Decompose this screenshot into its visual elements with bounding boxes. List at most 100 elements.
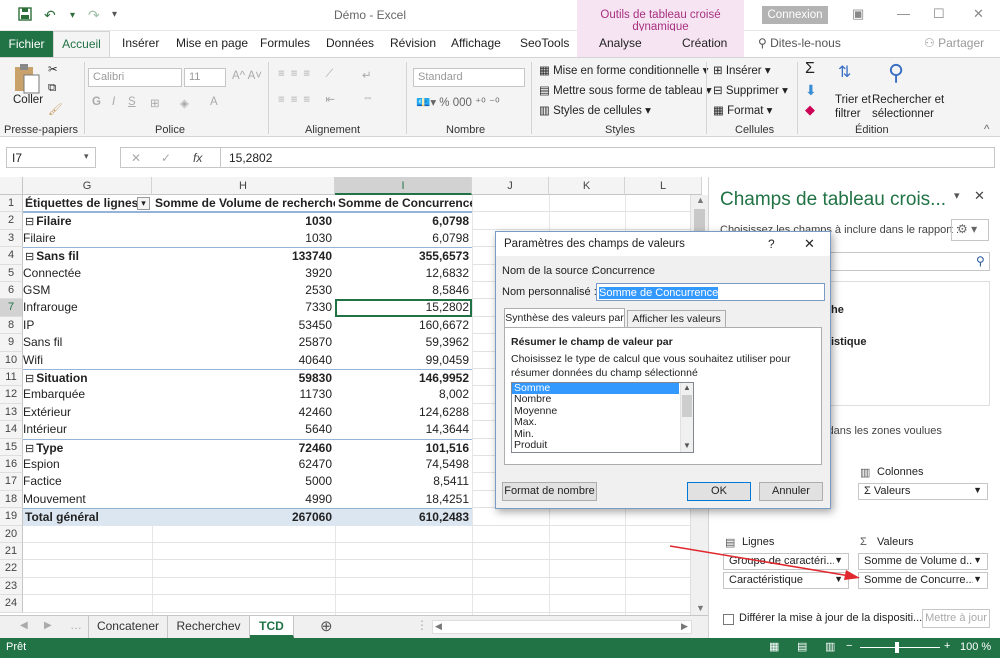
collapse-ribbon-icon[interactable]: ^ <box>984 124 989 136</box>
values-item-volume[interactable]: Somme de Volume d... ▼ <box>858 553 988 570</box>
row-label-cell[interactable]: Étiquettes de lignes ▾ <box>23 195 152 213</box>
conditional-formatting-button[interactable]: ▦ Mise en forme conditionnelle ▾ <box>539 63 708 77</box>
collapse-icon[interactable]: ⊟ <box>25 373 34 385</box>
volume-cell[interactable]: 7330 <box>152 299 335 317</box>
tab-accueil[interactable]: Accueil <box>53 31 110 58</box>
delete-cells-button[interactable]: ⊟ Supprimer ▾ <box>713 83 788 97</box>
row-header[interactable]: 5 <box>0 264 23 282</box>
concurrence-cell[interactable]: 610,2483 <box>335 508 472 526</box>
format-cells-button[interactable]: ▦ Format ▾ <box>713 103 772 117</box>
row-header[interactable]: 17 <box>0 473 23 491</box>
cancel-entry-icon[interactable]: ✕ <box>131 151 141 165</box>
volume-cell[interactable]: 1030 <box>152 212 335 230</box>
row-header[interactable]: 15 <box>0 438 23 456</box>
minimize-icon[interactable]: — <box>897 6 910 21</box>
function-option[interactable]: Moyenne <box>512 405 679 417</box>
page-layout-view-icon[interactable]: ▤ <box>797 640 807 653</box>
row-label-cell[interactable]: IP <box>23 316 152 335</box>
concurrence-cell[interactable]: 8,5846 <box>335 282 472 300</box>
formula-input[interactable]: 15,2802 <box>220 147 995 168</box>
concurrence-cell[interactable]: 12,6832 <box>335 264 472 282</box>
sheet-tab-recherchev[interactable]: Recherchev <box>168 616 250 638</box>
row-header[interactable]: 24 <box>0 595 23 613</box>
field-list-item-2[interactable]: istique <box>831 336 866 348</box>
next-sheet-icon[interactable]: ▶ <box>44 620 52 631</box>
save-icon[interactable] <box>18 7 32 24</box>
row-label-cell[interactable]: Intérieur <box>23 421 152 439</box>
columns-item-values[interactable]: Σ Valeurs ▼ <box>858 483 988 500</box>
undo-dropdown-icon[interactable]: ▾ <box>70 10 75 21</box>
tab-analyse[interactable]: Analyse <box>599 36 642 50</box>
font-name-combo[interactable]: Calibri <box>88 68 182 87</box>
volume-cell[interactable]: 72460 <box>152 438 335 456</box>
row-label-cell[interactable]: Infrarouge <box>23 299 152 317</box>
row-header[interactable]: 18 <box>0 490 23 509</box>
function-option[interactable]: Produit <box>512 439 679 451</box>
volume-cell[interactable]: 42460 <box>152 403 335 422</box>
column-header-h[interactable]: H <box>152 177 335 195</box>
tab-fichier[interactable]: Fichier <box>0 31 53 57</box>
paste-label[interactable]: Coller <box>13 94 43 106</box>
row-label-cell[interactable]: ⊟ Sans fil <box>23 247 152 265</box>
number-format-combo[interactable]: Standard <box>413 68 525 87</box>
custom-name-input[interactable]: Somme de Concurrence <box>596 283 825 301</box>
redo-icon[interactable]: ↷ <box>88 7 100 24</box>
volume-cell[interactable]: 59830 <box>152 369 335 387</box>
concurrence-cell[interactable]: 74,5498 <box>335 456 472 474</box>
fill-color-icon[interactable]: ◈ <box>180 96 189 110</box>
signin-button[interactable]: Connexion <box>762 6 828 24</box>
row-header[interactable]: 11 <box>0 369 23 387</box>
selected-cell[interactable]: 15,2802 <box>335 299 472 317</box>
select-all-corner[interactable] <box>0 177 23 195</box>
row-header[interactable]: 9 <box>0 334 23 352</box>
zoom-out-icon[interactable]: − <box>846 640 852 652</box>
pane-tools-button[interactable]: ⚙ ▾ <box>951 219 989 241</box>
underline-icon[interactable]: S <box>128 96 136 108</box>
prev-sheet-icon[interactable]: ◀ <box>20 620 28 631</box>
name-box[interactable]: I7 <box>6 147 96 168</box>
row-header[interactable]: 6 <box>0 282 23 300</box>
volume-cell[interactable]: 267060 <box>152 508 335 526</box>
new-sheet-icon[interactable]: ⊕ <box>320 617 333 635</box>
row-label-cell[interactable]: Embarquée <box>23 386 152 404</box>
zoom-slider[interactable] <box>860 647 940 648</box>
row-label-cell[interactable]: Wifi <box>23 351 152 369</box>
volume-cell[interactable]: 5000 <box>152 473 335 491</box>
concurrence-cell[interactable]: 355,6573 <box>335 247 472 265</box>
dialog-close-icon[interactable]: ✕ <box>804 236 815 252</box>
row-header[interactable]: 1 <box>0 195 23 213</box>
paste-icon[interactable] <box>12 62 42 96</box>
volume-cell[interactable]: 5640 <box>152 421 335 439</box>
scroll-left-icon[interactable]: ◀ <box>435 621 442 632</box>
concurrence-cell[interactable]: Somme de Concurrence <box>335 195 472 213</box>
row-label-cell[interactable]: ⊟ Type <box>23 438 152 456</box>
page-break-view-icon[interactable]: ▥ <box>825 640 835 653</box>
volume-cell[interactable]: 62470 <box>152 456 335 474</box>
tab-inserer[interactable]: Insérer <box>122 36 159 50</box>
borders-icon[interactable]: ⊞ <box>150 96 160 110</box>
volume-cell[interactable]: 53450 <box>152 316 335 335</box>
wrap-text-icon[interactable]: ↵ <box>362 68 372 82</box>
row-header[interactable]: 22 <box>0 560 23 578</box>
tab-mise-en-page[interactable]: Mise en page <box>176 36 248 50</box>
format-as-table-button[interactable]: ▤ Mettre sous forme de tableau ▾ <box>539 83 712 97</box>
number-format-button[interactable]: Format de nombre <box>502 482 597 501</box>
defer-update-checkbox[interactable] <box>723 614 734 625</box>
normal-view-icon[interactable]: ▦ <box>769 640 779 653</box>
name-box-dropdown-icon[interactable]: ▾ <box>84 151 89 162</box>
italic-icon[interactable]: I <box>112 96 115 108</box>
function-listbox[interactable]: Somme Nombre Moyenne Max. Min. Produit ▲ ▼ <box>511 382 694 453</box>
maximize-icon[interactable]: ☐ <box>933 6 945 22</box>
row-label-cell[interactable]: GSM <box>23 282 152 300</box>
concurrence-cell[interactable]: 101,516 <box>335 438 472 456</box>
merge-icon[interactable]: ⇔ <box>362 92 374 104</box>
clear-icon[interactable]: ◆ <box>805 102 815 118</box>
concurrence-cell[interactable]: 124,6288 <box>335 403 472 422</box>
volume-cell[interactable]: 2530 <box>152 282 335 300</box>
volume-cell[interactable]: 133740 <box>152 247 335 265</box>
list-scroll-down-icon[interactable]: ▼ <box>683 441 691 450</box>
copy-icon[interactable]: ⧉ <box>48 82 56 95</box>
ribbon-display-icon[interactable]: ▣ <box>852 6 864 22</box>
tab-revision[interactable]: Révision <box>390 36 436 50</box>
concurrence-cell[interactable]: 59,3962 <box>335 334 472 352</box>
